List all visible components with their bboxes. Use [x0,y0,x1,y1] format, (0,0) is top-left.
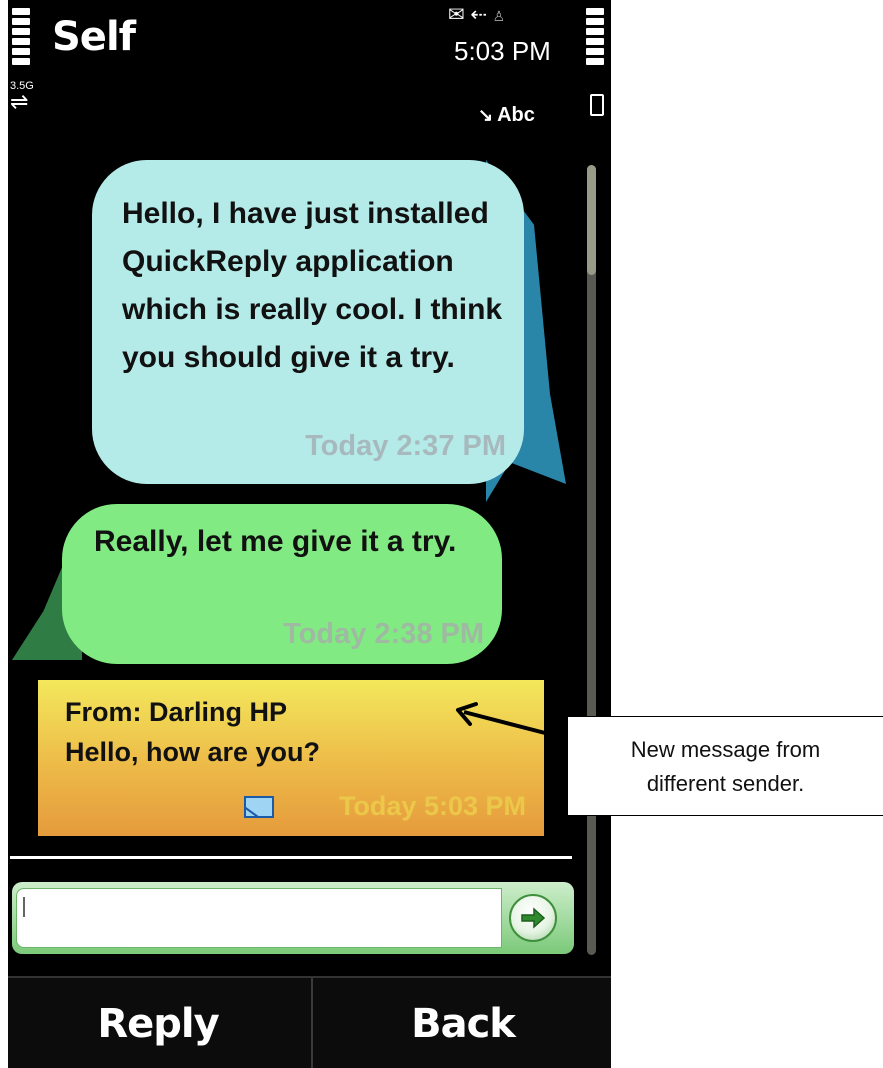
envelope-icon: ✉ [448,4,465,26]
usb-icon: ⇠ [470,4,488,26]
signal-strength-icon [12,8,30,65]
conversation-title: Self [52,14,136,60]
softkey-bar: Reply Back [8,976,611,1068]
phone-screen: Self 3.5G ⇌ ✉ ⇠ ♙ 5:03 PM ↘ Abc Hello, I … [8,0,611,1068]
input-mode-indicator: ↘ Abc [478,104,535,127]
network-indicator: 3.5G ⇌ [10,80,34,114]
annotation-line: different sender. [646,771,805,796]
annotation-line: New message from [630,737,821,762]
reply-button[interactable]: Reply [8,978,308,1068]
message-text: Hello, I have just installed QuickReply … [122,197,503,374]
message-bubble-received[interactable]: Really, let me give it a try. Today 2:38… [62,504,502,664]
battery-level-icon [586,8,604,65]
annotation-callout: New message from different sender. [568,716,883,816]
back-button[interactable]: Back [311,978,611,1068]
scrollbar-thumb[interactable] [587,165,596,275]
battery-icon [590,94,604,116]
envelope-icon [244,796,274,818]
arrow-right-icon [521,907,546,929]
input-mode-label: Abc [497,104,535,126]
status-icons: ✉ ⇠ ♙ [448,4,505,27]
message-text: Really, let me give it a try. [94,525,457,558]
pen-icon: ↘ [478,105,494,125]
antenna-icon: ♙ [492,8,506,24]
composer [12,882,574,954]
message-timestamp: Today 2:38 PM [283,618,484,650]
clock: 5:03 PM [454,36,551,66]
message-bubble-sent[interactable]: Hello, I have just installed QuickReply … [92,160,524,484]
send-button[interactable] [509,894,557,942]
reply-input[interactable] [16,888,502,948]
message-timestamp: Today 2:37 PM [305,430,506,462]
text-cursor [23,897,25,917]
data-transfer-icon: ⇌ [10,89,29,114]
divider [10,856,572,859]
scrollbar[interactable] [587,165,596,955]
message-timestamp: Today 5:03 PM [338,791,526,821]
